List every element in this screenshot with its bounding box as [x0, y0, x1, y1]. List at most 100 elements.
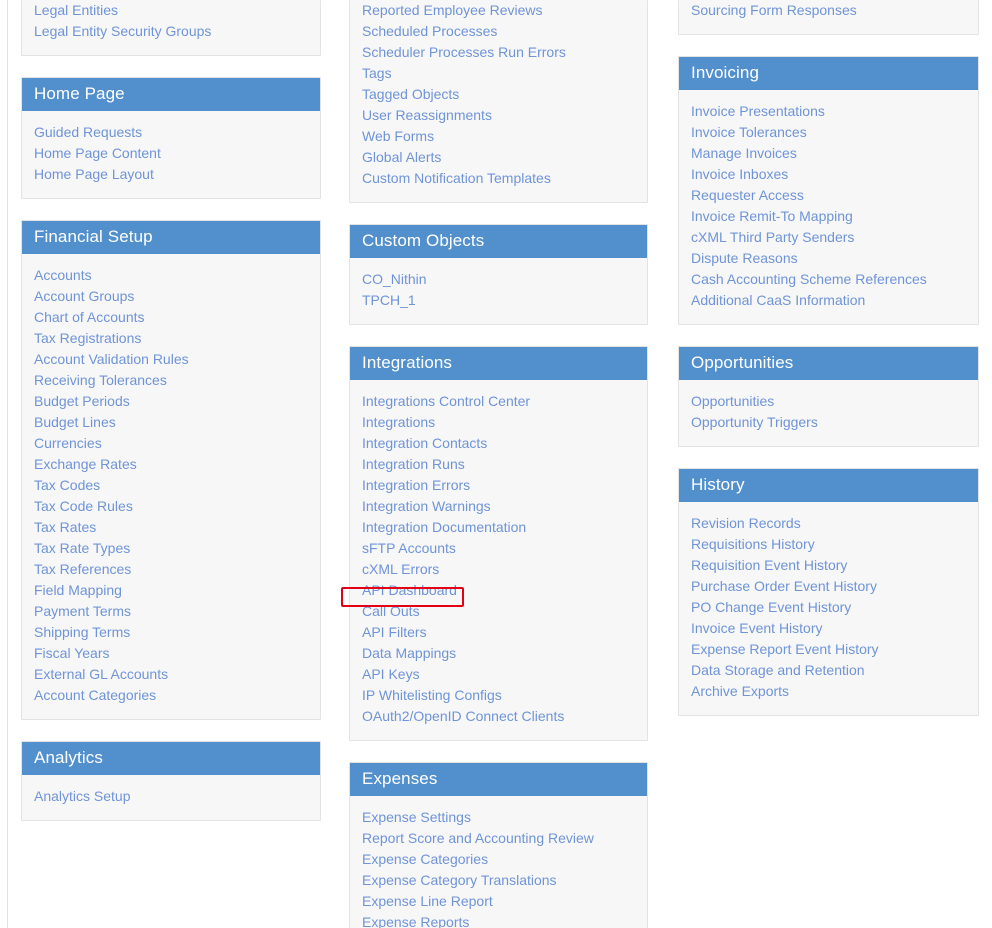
- link-user-reassignments[interactable]: User Reassignments: [362, 105, 635, 126]
- link-reported-employee-reviews[interactable]: Reported Employee Reviews: [362, 0, 635, 21]
- link-invoice-tolerances[interactable]: Invoice Tolerances: [691, 122, 966, 143]
- link-field-mapping[interactable]: Field Mapping: [34, 580, 308, 601]
- link-tpch-1[interactable]: TPCH_1: [362, 290, 635, 311]
- link-account-categories[interactable]: Account Categories: [34, 685, 308, 706]
- link-purchase-order-event-history[interactable]: Purchase Order Event History: [691, 576, 966, 597]
- link-api-keys[interactable]: API Keys: [362, 664, 635, 685]
- link-budget-lines[interactable]: Budget Lines: [34, 412, 308, 433]
- link-legal-entities[interactable]: Legal Entities: [34, 0, 308, 21]
- link-tax-references[interactable]: Tax References: [34, 559, 308, 580]
- link-api-dashboard[interactable]: API Dashboard: [362, 580, 635, 601]
- expenses-panel-body: Expense Settings Report Score and Account…: [350, 796, 647, 928]
- link-opportunities[interactable]: Opportunities: [691, 391, 966, 412]
- link-account-groups[interactable]: Account Groups: [34, 286, 308, 307]
- link-sourcing-form-responses[interactable]: Sourcing Form Responses: [691, 0, 966, 21]
- link-oauth2-openid-connect-clients[interactable]: OAuth2/OpenID Connect Clients: [362, 706, 635, 727]
- link-integrations[interactable]: Integrations: [362, 412, 635, 433]
- link-expense-report-event-history[interactable]: Expense Report Event History: [691, 639, 966, 660]
- link-exchange-rates[interactable]: Exchange Rates: [34, 454, 308, 475]
- link-tax-codes[interactable]: Tax Codes: [34, 475, 308, 496]
- link-archive-exports[interactable]: Archive Exports: [691, 681, 966, 702]
- link-call-outs[interactable]: Call Outs: [362, 601, 635, 622]
- link-additional-caas-information[interactable]: Additional CaaS Information: [691, 290, 966, 311]
- link-tax-code-rules[interactable]: Tax Code Rules: [34, 496, 308, 517]
- system-management-panel-body: Reported Employee Reviews Scheduled Proce…: [350, 0, 647, 202]
- link-chart-of-accounts[interactable]: Chart of Accounts: [34, 307, 308, 328]
- link-dispute-reasons[interactable]: Dispute Reasons: [691, 248, 966, 269]
- link-custom-notification-templates[interactable]: Custom Notification Templates: [362, 168, 635, 189]
- link-receiving-tolerances[interactable]: Receiving Tolerances: [34, 370, 308, 391]
- link-external-gl-accounts[interactable]: External GL Accounts: [34, 664, 308, 685]
- link-guided-requests[interactable]: Guided Requests: [34, 122, 308, 143]
- link-analytics-setup[interactable]: Analytics Setup: [34, 786, 308, 807]
- link-expense-category-translations[interactable]: Expense Category Translations: [362, 870, 635, 891]
- custom-objects-panel: Custom Objects CO_Nithin TPCH_1: [349, 224, 648, 325]
- link-expense-categories[interactable]: Expense Categories: [362, 849, 635, 870]
- link-ip-whitelisting-configs[interactable]: IP Whitelisting Configs: [362, 685, 635, 706]
- link-integration-documentation[interactable]: Integration Documentation: [362, 517, 635, 538]
- link-payment-terms[interactable]: Payment Terms: [34, 601, 308, 622]
- link-tax-rate-types[interactable]: Tax Rate Types: [34, 538, 308, 559]
- link-cxml-errors[interactable]: cXML Errors: [362, 559, 635, 580]
- link-expense-reports[interactable]: Expense Reports: [362, 912, 635, 928]
- link-tax-registrations[interactable]: Tax Registrations: [34, 328, 308, 349]
- link-data-storage-and-retention[interactable]: Data Storage and Retention: [691, 660, 966, 681]
- link-home-page-layout[interactable]: Home Page Layout: [34, 164, 308, 185]
- link-web-forms[interactable]: Web Forms: [362, 126, 635, 147]
- link-sftp-accounts[interactable]: sFTP Accounts: [362, 538, 635, 559]
- opportunities-panel-header: Opportunities: [679, 347, 978, 380]
- link-home-page-content[interactable]: Home Page Content: [34, 143, 308, 164]
- link-report-score-and-accounting-review[interactable]: Report Score and Accounting Review: [362, 828, 635, 849]
- link-tax-rates[interactable]: Tax Rates: [34, 517, 308, 538]
- link-invoice-remit-to-mapping[interactable]: Invoice Remit-To Mapping: [691, 206, 966, 227]
- link-requisitions-history[interactable]: Requisitions History: [691, 534, 966, 555]
- column-2: Reported Employee Reviews Scheduled Proce…: [349, 0, 678, 928]
- financial-setup-panel: Financial Setup Accounts Account Groups Cha…: [21, 220, 321, 720]
- history-panel-body: Revision Records Requisitions History Requ…: [679, 502, 978, 715]
- invoicing-panel-header: Invoicing: [679, 57, 978, 90]
- link-expense-line-report[interactable]: Expense Line Report: [362, 891, 635, 912]
- link-requisition-event-history[interactable]: Requisition Event History: [691, 555, 966, 576]
- link-shipping-terms[interactable]: Shipping Terms: [34, 622, 308, 643]
- analytics-panel-body: Analytics Setup: [22, 775, 320, 820]
- column-1: Legal Entities Legal Entity Security Grou…: [0, 0, 349, 842]
- link-accounts[interactable]: Accounts: [34, 265, 308, 286]
- link-legal-entity-security-groups[interactable]: Legal Entity Security Groups: [34, 21, 308, 42]
- analytics-panel-header: Analytics: [22, 742, 320, 775]
- link-invoice-event-history[interactable]: Invoice Event History: [691, 618, 966, 639]
- link-cash-accounting-scheme-references[interactable]: Cash Accounting Scheme References: [691, 269, 966, 290]
- opportunities-panel: Opportunities Opportunities Opportunity Tr…: [678, 346, 979, 447]
- link-opportunity-triggers[interactable]: Opportunity Triggers: [691, 412, 966, 433]
- link-integration-errors[interactable]: Integration Errors: [362, 475, 635, 496]
- link-global-alerts[interactable]: Global Alerts: [362, 147, 635, 168]
- link-invoice-presentations[interactable]: Invoice Presentations: [691, 101, 966, 122]
- integrations-panel-body: Integrations Control Center Integrations I…: [350, 380, 647, 740]
- link-integration-runs[interactable]: Integration Runs: [362, 454, 635, 475]
- link-po-change-event-history[interactable]: PO Change Event History: [691, 597, 966, 618]
- column-3: Sourcing Form Responses Invoicing Invoice …: [678, 0, 992, 737]
- link-co-nithin[interactable]: CO_Nithin: [362, 269, 635, 290]
- link-api-filters[interactable]: API Filters: [362, 622, 635, 643]
- link-integrations-control-center[interactable]: Integrations Control Center: [362, 391, 635, 412]
- link-expense-settings[interactable]: Expense Settings: [362, 807, 635, 828]
- link-integration-contacts[interactable]: Integration Contacts: [362, 433, 635, 454]
- link-integration-warnings[interactable]: Integration Warnings: [362, 496, 635, 517]
- integrations-panel-header: Integrations: [350, 347, 647, 380]
- link-cxml-third-party-senders[interactable]: cXML Third Party Senders: [691, 227, 966, 248]
- link-fiscal-years[interactable]: Fiscal Years: [34, 643, 308, 664]
- link-invoice-inboxes[interactable]: Invoice Inboxes: [691, 164, 966, 185]
- link-scheduler-processes-run-errors[interactable]: Scheduler Processes Run Errors: [362, 42, 635, 63]
- link-requester-access[interactable]: Requester Access: [691, 185, 966, 206]
- sourcing-panel-body: Sourcing Form Responses: [679, 0, 978, 34]
- link-manage-invoices[interactable]: Manage Invoices: [691, 143, 966, 164]
- link-currencies[interactable]: Currencies: [34, 433, 308, 454]
- link-data-mappings[interactable]: Data Mappings: [362, 643, 635, 664]
- link-account-validation-rules[interactable]: Account Validation Rules: [34, 349, 308, 370]
- link-tags[interactable]: Tags: [362, 63, 635, 84]
- link-budget-periods[interactable]: Budget Periods: [34, 391, 308, 412]
- link-tagged-objects[interactable]: Tagged Objects: [362, 84, 635, 105]
- invoicing-panel-body: Invoice Presentations Invoice Tolerances M…: [679, 90, 978, 324]
- link-scheduled-processes[interactable]: Scheduled Processes: [362, 21, 635, 42]
- analytics-panel: Analytics Analytics Setup: [21, 741, 321, 821]
- link-revision-records[interactable]: Revision Records: [691, 513, 966, 534]
